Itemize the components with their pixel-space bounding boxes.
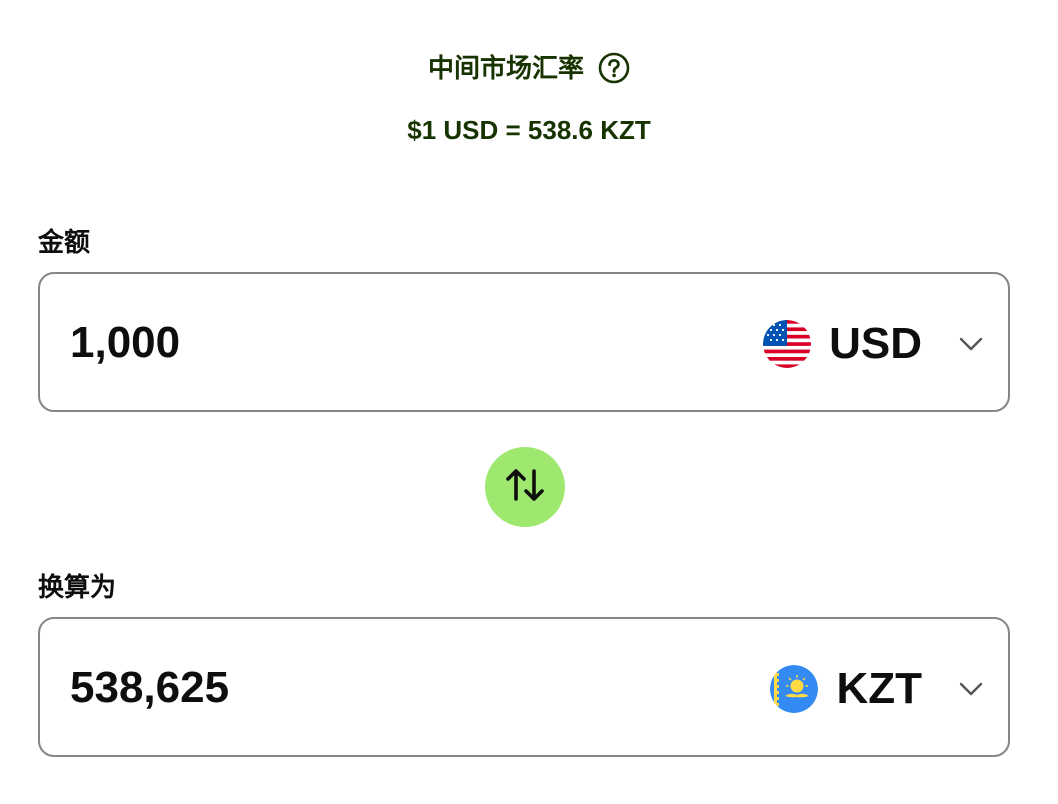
exchange-rate-value: $1 USD = 538.6 KZT	[407, 115, 651, 145]
rate-title: 中间市场汇率	[427, 53, 584, 83]
amount-label: 金额	[38, 227, 91, 257]
rate-header: 中间市场汇率	[0, 48, 1058, 88]
convert-to-label: 换算为	[38, 572, 117, 602]
kz-flag-icon	[770, 665, 819, 713]
chevron-down-icon	[956, 329, 986, 359]
target-currency-code: KZT	[836, 664, 922, 713]
swap-arrows-icon	[503, 463, 547, 512]
swap-currencies-button[interactable]	[485, 447, 565, 527]
help-circle-icon[interactable]	[598, 52, 630, 84]
chevron-down-icon	[956, 674, 986, 704]
source-currency-code: USD	[829, 319, 922, 368]
us-flag-icon	[763, 320, 812, 368]
converted-amount-field: KZT	[38, 617, 1010, 757]
target-currency-select[interactable]: KZT	[770, 649, 986, 729]
source-currency-select[interactable]: USD	[763, 304, 986, 384]
amount-input[interactable]	[70, 304, 630, 382]
converted-amount-input[interactable]	[70, 649, 630, 727]
amount-field: USD	[38, 272, 1010, 412]
